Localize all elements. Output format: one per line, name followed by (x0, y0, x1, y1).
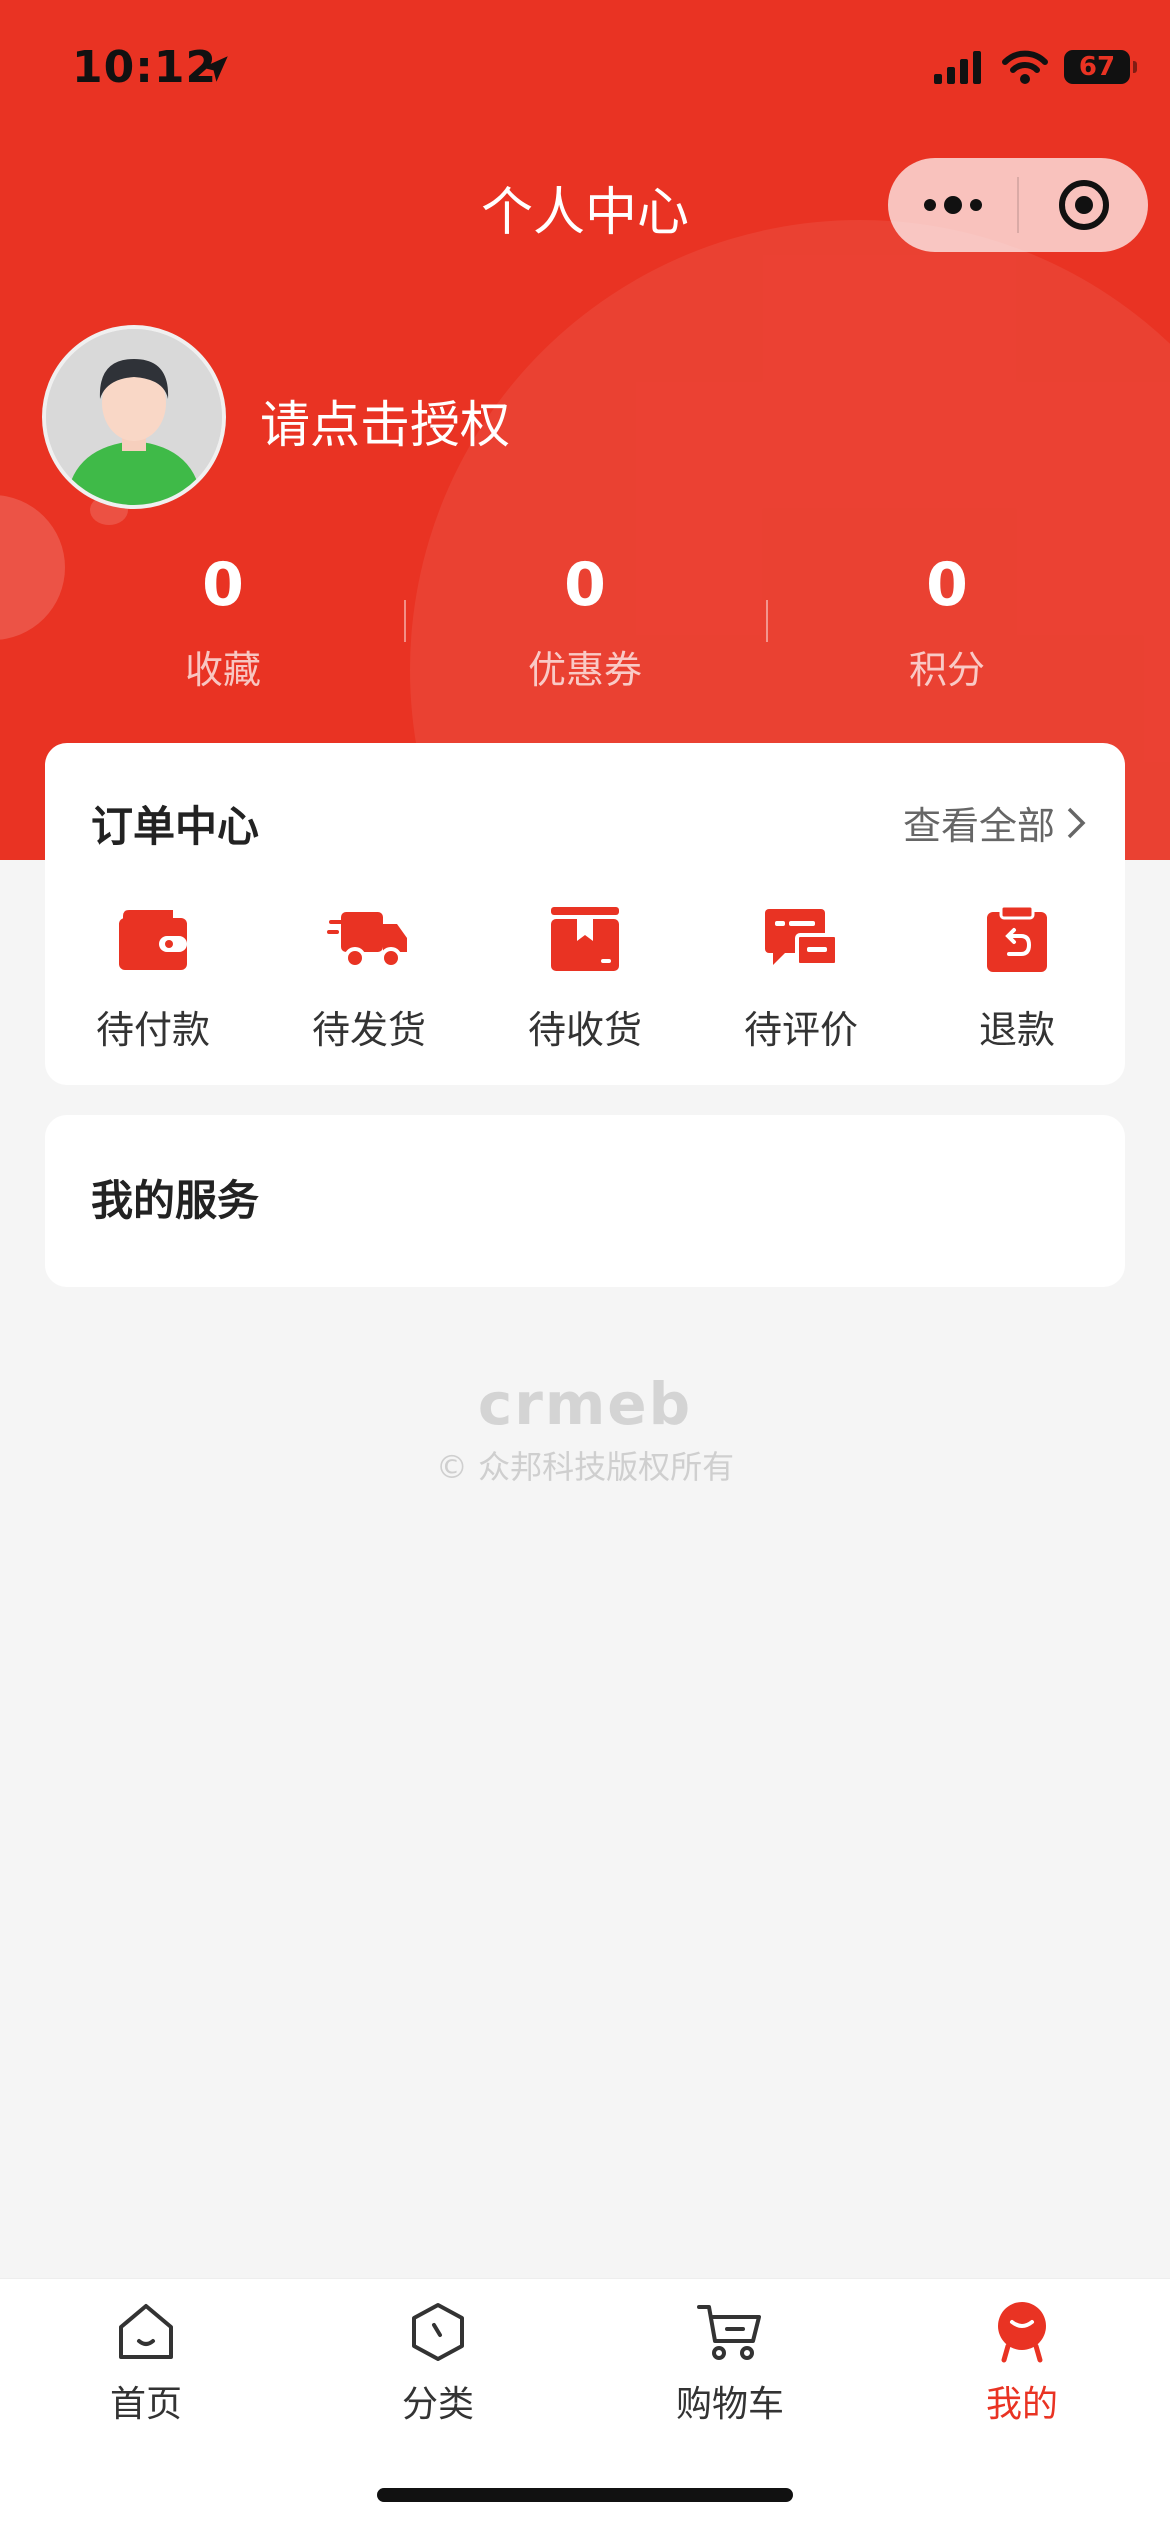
brand-footer: crmeb © 众邦科技版权所有 (0, 1370, 1170, 1488)
battery-level: 67 (1078, 52, 1116, 82)
chevron-right-icon (1067, 807, 1086, 838)
view-all-orders-link[interactable]: 查看全部 (903, 795, 1087, 850)
cart-icon (697, 2305, 761, 2360)
tab-category[interactable]: 分类 (338, 2297, 538, 2427)
truck-icon (327, 912, 407, 969)
crmeb-logo: crmeb (477, 1370, 693, 1438)
more-dots-icon (923, 196, 982, 214)
stat-value: 0 (202, 550, 244, 620)
order-status-label: 待评价 (743, 1008, 858, 1052)
stat-label: 积分 (908, 648, 985, 692)
miniprogram-capsule (888, 158, 1148, 252)
authorize-prompt[interactable]: 请点击授权 (260, 385, 510, 457)
my-services-title: 我的服务 (91, 1176, 260, 1225)
order-pending-review[interactable]: 待评价 (693, 903, 909, 1054)
default-avatar-icon (46, 329, 222, 505)
copyright-text: © 众邦科技版权所有 (435, 1448, 735, 1486)
order-center-card: 订单中心 查看全部 待付款 待发货 待收货 待评价 退款 (45, 743, 1125, 1085)
home-icon (119, 2304, 173, 2359)
tab-label: 首页 (109, 2384, 182, 2425)
tab-label: 购物车 (675, 2384, 784, 2425)
order-pending-payment[interactable]: 待付款 (45, 903, 261, 1054)
location-arrow-icon (198, 52, 232, 90)
order-status-list: 待付款 待发货 待收货 待评价 退款 (45, 903, 1125, 1054)
user-stats: 0 收藏 0 优惠券 0 积分 (0, 545, 1170, 715)
wallet-icon (119, 910, 187, 970)
wifi-icon (1002, 50, 1048, 84)
tab-label: 分类 (401, 2384, 474, 2425)
stat-divider (404, 600, 406, 642)
stat-coupons[interactable]: 0 优惠券 (404, 545, 766, 715)
target-icon (1058, 180, 1109, 230)
status-indicators: 67 (934, 50, 1137, 84)
status-time: 10:12 (72, 42, 218, 93)
tab-label: 我的 (985, 2384, 1058, 2425)
view-all-label: 查看全部 (902, 804, 1055, 848)
refund-icon (987, 904, 1047, 972)
signal-icon (934, 51, 981, 84)
stat-points[interactable]: 0 积分 (766, 545, 1128, 715)
stat-label: 收藏 (184, 648, 261, 692)
stat-divider (766, 600, 768, 642)
order-status-label: 退款 (978, 1008, 1055, 1052)
box-icon (551, 907, 619, 971)
order-status-label: 待收货 (527, 1008, 642, 1052)
battery-icon: 67 (1064, 50, 1137, 84)
order-pending-shipment[interactable]: 待发货 (261, 903, 477, 1054)
order-status-label: 待发货 (311, 1008, 426, 1052)
stat-value: 0 (926, 550, 968, 620)
more-button[interactable] (888, 158, 1017, 252)
tab-home[interactable]: 首页 (46, 2297, 246, 2427)
profile-icon (998, 2302, 1046, 2363)
order-center-title: 订单中心 (91, 802, 260, 851)
stat-value: 0 (564, 550, 606, 620)
comment-icon (765, 909, 839, 967)
category-icon (412, 2303, 464, 2361)
order-status-label: 待付款 (95, 1008, 210, 1052)
order-refund[interactable]: 退款 (909, 903, 1125, 1054)
tab-profile[interactable]: 我的 (922, 2297, 1122, 2427)
avatar[interactable] (42, 325, 226, 509)
close-miniprogram-button[interactable] (1019, 158, 1148, 252)
my-services-card: 我的服务 (45, 1115, 1125, 1287)
home-indicator (377, 2488, 793, 2502)
stat-label: 优惠券 (527, 648, 642, 692)
tab-cart[interactable]: 购物车 (630, 2297, 830, 2427)
order-pending-receipt[interactable]: 待收货 (477, 903, 693, 1054)
stat-favorites[interactable]: 0 收藏 (42, 545, 404, 715)
